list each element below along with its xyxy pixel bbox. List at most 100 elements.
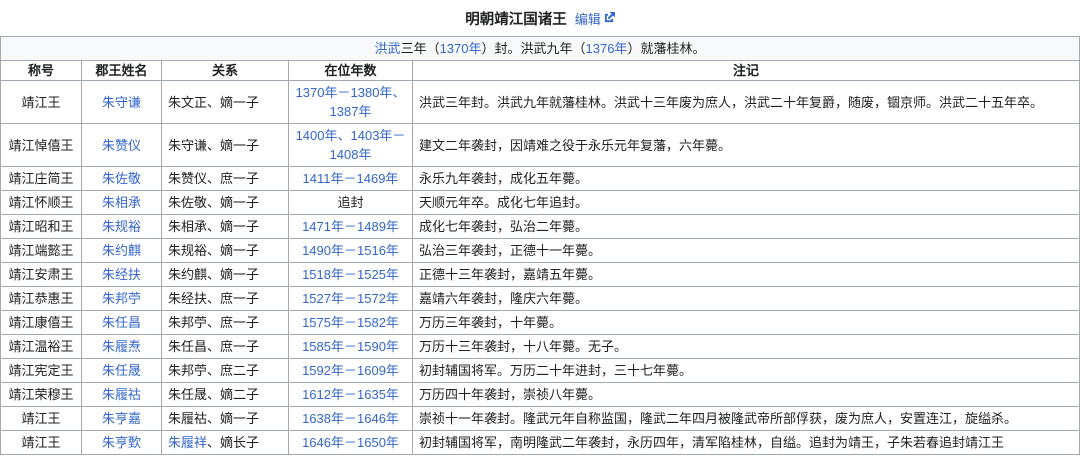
reign-years-link[interactable]: 1592年－1609年	[302, 363, 399, 378]
prince-name-cell: 朱履祜	[81, 382, 162, 407]
relation-parent-link[interactable]: 朱履祥	[168, 435, 207, 450]
reign-years-link[interactable]: 1612年－1635年	[302, 387, 399, 402]
year-1376-link[interactable]: 1376年	[586, 41, 628, 56]
table-row: 靖江端懿王 朱约麒 朱规裕、嫡一子 1490年－1516年 弘治三年袭封，正德十…	[0, 238, 1080, 263]
header-row: 称号 郡王姓名 关系 在位年数 注记	[0, 60, 1080, 81]
prince-name-cell: 朱亨嘉	[81, 406, 162, 431]
prince-title: 靖江王	[0, 80, 82, 124]
table-row: 靖江王 朱守谦 朱文正、嫡一子 1370年－1380年、1387年 洪武三年封。…	[0, 80, 1080, 124]
prince-name-link[interactable]: 朱履祜	[102, 387, 141, 402]
year-1370-link[interactable]: 1370年	[440, 41, 482, 56]
prince-name-link[interactable]: 朱约麒	[102, 243, 141, 258]
reign-years-link[interactable]: 1638年－1646年	[302, 411, 399, 426]
prince-name-cell: 朱守谦	[81, 80, 162, 124]
prince-title: 靖江宪定王	[0, 358, 82, 383]
relation-text: 朱赞仪、庶一子	[168, 171, 260, 186]
table-row: 靖江王 朱亨歅 朱履祥、嫡长子 1646年－1650年 初封辅国将军，南明隆武二…	[0, 430, 1080, 455]
reign-years-cell: 追封	[288, 190, 413, 215]
table-row: 靖江温裕王 朱履焘 朱任昌、庶一子 1585年－1590年 万历十三年袭封，十八…	[0, 334, 1080, 359]
table-row: 靖江昭和王 朱规裕 朱相承、嫡一子 1471年－1489年 成化七年袭封，弘治二…	[0, 214, 1080, 239]
reign-years-link[interactable]: 1518年－1525年	[302, 267, 399, 282]
prince-title: 靖江王	[0, 406, 82, 431]
reign-years-link[interactable]: 1471年－1489年	[302, 219, 399, 234]
prince-name-cell: 朱履焘	[81, 334, 162, 359]
column-header-notes: 注记	[412, 60, 1080, 81]
reign-years-link[interactable]: 1585年－1590年	[302, 339, 399, 354]
jingjiang-princes-table: 洪武三年（1370年）封。洪武九年（1376年）就藩桂林。 称号 郡王姓名 关系…	[0, 36, 1080, 455]
reign-years-cell: 1518年－1525年	[288, 262, 413, 287]
table-row: 靖江宪定王 朱任晟 朱邦苧、庶二子 1592年－1609年 初封辅国将军。万历二…	[0, 358, 1080, 383]
reign-years-link[interactable]: 1400年、1403年－1408年	[296, 128, 406, 162]
note-text: 正德十三年袭封，嘉靖五年薨。	[412, 262, 1080, 287]
prince-relation: 朱邦苧、庶一子	[161, 310, 289, 335]
table-row: 靖江王 朱亨嘉 朱履祜、嫡一子 1638年－1646年 崇祯十一年袭封。隆武元年…	[0, 406, 1080, 431]
prince-name-link[interactable]: 朱任晟	[102, 363, 141, 378]
reign-years-link[interactable]: 1411年－1469年	[303, 171, 399, 186]
table-row: 靖江悼僖王 朱赞仪 朱守谦、嫡一子 1400年、1403年－1408年 建文二年…	[0, 123, 1080, 167]
relation-text: 、嫡长子	[207, 435, 260, 450]
note-text: 天顺元年卒。成化七年追封。	[412, 190, 1080, 215]
note-text: 万历三年袭封，十年薨。	[412, 310, 1080, 335]
prince-title: 靖江昭和王	[0, 214, 82, 239]
prince-relation: 朱任昌、庶一子	[161, 334, 289, 359]
prince-relation: 朱履祥、嫡长子	[161, 430, 289, 455]
note-text: 嘉靖六年袭封，隆庆六年薨。	[412, 286, 1080, 311]
prince-title: 靖江康僖王	[0, 310, 82, 335]
prince-name-link[interactable]: 朱规裕	[102, 219, 141, 234]
reign-years-link[interactable]: 1646年－1650年	[302, 435, 399, 450]
prince-title: 靖江怀顺王	[0, 190, 82, 215]
prince-relation: 朱任晟、嫡二子	[161, 382, 289, 407]
edit-link[interactable]: 编辑	[575, 9, 615, 28]
note-text: 初封辅国将军。万历二十年进封，三十七年薨。	[412, 358, 1080, 383]
relation-text: 朱相承、嫡一子	[168, 219, 260, 234]
prince-name-cell: 朱约麒	[81, 238, 162, 263]
prince-name-link[interactable]: 朱亨歅	[102, 435, 141, 450]
prince-name-link[interactable]: 朱守谦	[102, 95, 141, 110]
prince-relation: 朱守谦、嫡一子	[161, 123, 289, 167]
reign-years-cell: 1400年、1403年－1408年	[288, 123, 413, 167]
era-link[interactable]: 洪武	[375, 41, 401, 56]
prince-name-cell: 朱亨歅	[81, 430, 162, 455]
edit-link-label: 编辑	[574, 11, 601, 27]
relation-text: 朱邦苧、庶二子	[168, 363, 260, 378]
prince-name-link[interactable]: 朱亨嘉	[102, 411, 141, 426]
prince-name-link[interactable]: 朱赞仪	[102, 138, 141, 153]
reign-years-link: 追封	[337, 195, 364, 210]
reign-years-cell: 1638年－1646年	[288, 406, 413, 431]
prince-relation: 朱佐敬、嫡一子	[161, 190, 289, 215]
subtitle-text: ）封。洪武九年（	[481, 41, 586, 56]
prince-title: 靖江端懿王	[0, 238, 82, 263]
reign-years-link[interactable]: 1370年－1380年、1387年	[296, 85, 406, 119]
prince-relation: 朱约麒、嫡一子	[161, 262, 289, 287]
reign-years-cell: 1612年－1635年	[288, 382, 413, 407]
prince-relation: 朱赞仪、庶一子	[161, 166, 289, 191]
prince-relation: 朱文正、嫡一子	[161, 80, 289, 124]
prince-name-link[interactable]: 朱任昌	[102, 315, 141, 330]
table-body: 靖江王 朱守谦 朱文正、嫡一子 1370年－1380年、1387年 洪武三年封。…	[0, 80, 1080, 455]
prince-name-link[interactable]: 朱经扶	[102, 267, 141, 282]
note-text: 成化七年袭封，弘治二年薨。	[412, 214, 1080, 239]
prince-title: 靖江荣穆王	[0, 382, 82, 407]
relation-text: 朱邦苧、庶一子	[168, 315, 260, 330]
prince-name-link[interactable]: 朱邦苧	[102, 291, 141, 306]
relation-text: 朱任晟、嫡二子	[168, 387, 260, 402]
relation-text: 朱履祜、嫡一子	[168, 411, 260, 426]
prince-name-cell: 朱规裕	[81, 214, 162, 239]
reign-years-cell: 1490年－1516年	[288, 238, 413, 263]
prince-name-link[interactable]: 朱履焘	[102, 339, 141, 354]
reign-years-link[interactable]: 1490年－1516年	[302, 243, 399, 258]
enfeoffment-summary: 洪武三年（1370年）封。洪武九年（1376年）就藩桂林。	[0, 36, 1080, 61]
prince-name-link[interactable]: 朱相承	[102, 195, 141, 210]
reign-years-link[interactable]: 1575年－1582年	[302, 315, 399, 330]
relation-text: 朱文正、嫡一子	[168, 94, 260, 110]
relation-text: 朱约麒、嫡一子	[168, 267, 260, 282]
note-text: 初封辅国将军，南明隆武二年袭封，永历四年，清军陷桂林，自缢。追封为靖王，子朱若春…	[412, 430, 1080, 455]
table-title-bar: 明朝靖江国诸王 编辑	[0, 0, 1080, 36]
reign-years-link[interactable]: 1527年－1572年	[302, 291, 399, 306]
note-text: 万历四十年袭封，崇祯八年薨。	[412, 382, 1080, 407]
column-header-title: 称号	[0, 60, 82, 81]
prince-name-link[interactable]: 朱佐敬	[102, 171, 141, 186]
prince-title: 靖江恭惠王	[0, 286, 82, 311]
relation-text: 朱任昌、庶一子	[168, 339, 260, 354]
prince-title: 靖江温裕王	[0, 334, 82, 359]
